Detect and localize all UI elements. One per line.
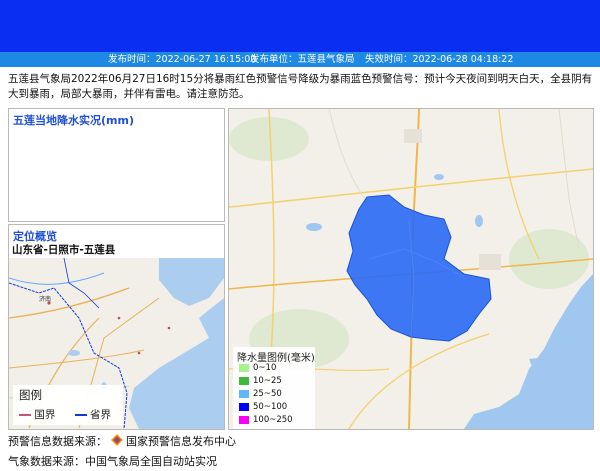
mini-legend: 图例 国界 省界 <box>13 385 123 425</box>
publish-time: 发布时间：2022-06-27 16:15:00 <box>108 54 257 65</box>
precip-panel: 五莲当地降水实况(mm) <box>8 108 225 222</box>
rain-swatch-4 <box>239 415 249 424</box>
mini-legend-items: 国界 省界 <box>19 407 111 422</box>
expire-time: 失效时间：2022-06-28 04:18:22 <box>365 54 514 65</box>
warning-center-logo-icon <box>110 434 123 446</box>
national-border-line <box>19 414 31 416</box>
warning-source-org[interactable]: 国家预警信息发布中心 <box>126 435 236 448</box>
rain-legend-label: 10~25 <box>253 376 282 386</box>
main-map-panel: 降水量图例(毫米) 0~10 10~25 25~50 50~100 100~25… <box>228 108 594 430</box>
publisher: 发布单位：五莲县气象局 <box>250 54 355 65</box>
national-border-label: 国界 <box>34 409 56 421</box>
rain-legend-row: 10~25 <box>239 376 282 386</box>
precip-panel-title: 五莲当地降水实况(mm) <box>13 114 134 127</box>
rain-swatch-1 <box>239 376 249 385</box>
rain-legend-row: 25~50 <box>239 389 282 399</box>
rain-swatch-2 <box>239 389 249 398</box>
rain-legend-label: 25~50 <box>253 389 282 399</box>
rain-swatch-3 <box>239 402 249 411</box>
rain-legend-row: 0~10 <box>239 363 276 373</box>
rain-legend-row: 100~250 <box>239 415 293 425</box>
warning-source: 预警信息数据来源： 国家预警信息发布中心 <box>8 433 236 449</box>
rain-swatch-0 <box>239 363 249 372</box>
city-label-jinan: 济南 <box>39 295 51 303</box>
location-panel: 定位概览 山东省-日照市-五莲县 济南 图例 国界 省界 <box>8 224 225 430</box>
top-banner <box>0 0 600 52</box>
alert-description: 五莲县气象局2022年06月27日16时15分将暴雨红色预警信号降级为暴雨蓝色预… <box>8 73 593 100</box>
mini-legend-title: 图例 <box>19 388 42 402</box>
info-bar: 发布时间：2022-06-27 16:15:00 发布单位：五莲县气象局 失效时… <box>0 52 600 67</box>
weather-data-source: 气象数据来源：中国气象局全国自动站实况 <box>8 455 217 468</box>
rain-legend-label: 100~250 <box>253 415 293 425</box>
region-label: 山东省-日照市-五莲县 <box>12 244 116 256</box>
province-border-line <box>74 414 87 416</box>
rain-legend-title: 降水量图例(毫米) <box>237 353 315 364</box>
rain-legend-row: 50~100 <box>239 402 287 412</box>
rain-legend: 降水量图例(毫米) 0~10 10~25 25~50 50~100 100~25… <box>233 347 315 429</box>
rain-legend-label: 50~100 <box>253 402 288 412</box>
warning-source-label: 预警信息数据来源： <box>8 435 107 448</box>
province-border-label: 省界 <box>90 409 112 421</box>
rain-legend-label: 0~10 <box>253 363 277 373</box>
